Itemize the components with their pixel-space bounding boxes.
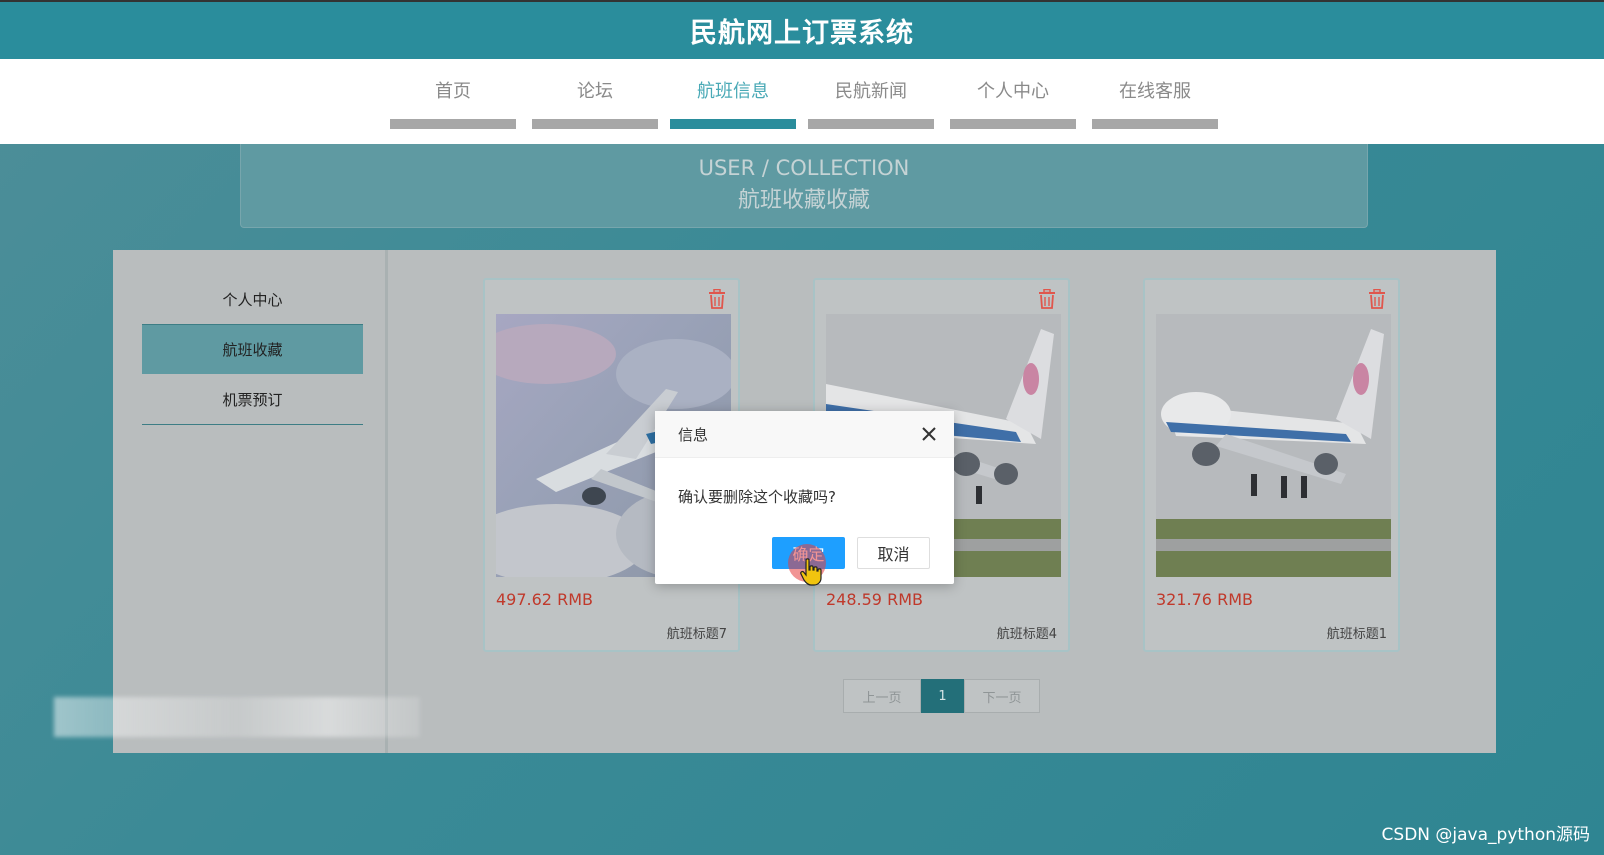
banner-cn-title: 航班收藏收藏 (737, 188, 870, 213)
flight-title: 航班标题7 (666, 627, 727, 642)
sidebar-item-user-center[interactable]: 个人中心 (142, 274, 363, 324)
flight-price: 321.76 RMB (1156, 590, 1253, 609)
sidebar-item-label: 航班收藏 (222, 341, 283, 359)
nav-underline (808, 119, 934, 129)
favorite-card[interactable]: 321.76 RMB 航班标题1 (1143, 278, 1400, 652)
sidebar: 个人中心 航班收藏 机票预订 (113, 250, 388, 753)
trash-icon[interactable] (1368, 289, 1386, 309)
prev-page-button[interactable]: 上一页 (843, 679, 921, 713)
sidebar-item-label: 机票预订 (222, 390, 283, 409)
nav-underline (950, 119, 1076, 129)
page-banner: USER / COLLECTION 航班收藏收藏 (240, 144, 1368, 228)
nav-underline (1092, 119, 1218, 129)
page-number-button[interactable]: 1 (921, 679, 964, 713)
flight-photo (1156, 314, 1391, 577)
nav-user-center-label: 个人中心 (977, 81, 1049, 102)
nav-news[interactable]: 民航新闻 (808, 81, 934, 129)
nav-flight-info[interactable]: 航班信息 (670, 81, 796, 129)
nav-underline (390, 119, 516, 129)
banner-en-title: USER / COLLECTION (698, 156, 910, 180)
flight-title: 航班标题4 (996, 627, 1057, 642)
flight-price: 497.62 RMB (496, 590, 593, 609)
dialog-message: 确认要删除这个收藏吗? (678, 488, 836, 506)
pagination: 上一页 1 下一页 (843, 679, 1040, 713)
trash-icon[interactable] (708, 289, 726, 309)
nav-underline-active (670, 119, 796, 129)
nav-online-service-label: 在线客服 (1119, 81, 1191, 102)
nav-online-service[interactable]: 在线客服 (1092, 81, 1218, 129)
sidebar-item-label: 个人中心 (222, 290, 283, 309)
nav-flight-info-label: 航班信息 (697, 81, 769, 102)
nav-home[interactable]: 首页 (390, 81, 516, 129)
nav-forum-label: 论坛 (577, 81, 613, 102)
nav-underline (532, 119, 658, 129)
sidebar-item-ticket-booking[interactable]: 机票预订 (142, 374, 363, 424)
sidebar-divider (142, 424, 363, 425)
watermark: CSDN @java_python源码 (1381, 825, 1590, 845)
main-nav: 首页 论坛 航班信息 民航新闻 个人中心 在线客服 (0, 59, 1604, 144)
cancel-button[interactable]: 取消 (857, 537, 930, 569)
blur-overlay (54, 697, 420, 737)
site-title: 民航网上订票系统 (690, 18, 914, 49)
close-icon[interactable] (920, 425, 938, 443)
hand-cursor-icon (800, 558, 822, 586)
nav-forum[interactable]: 论坛 (532, 81, 658, 129)
site-header: 民航网上订票系统 (0, 0, 1604, 59)
nav-user-center[interactable]: 个人中心 (950, 81, 1076, 129)
nav-news-label: 民航新闻 (835, 81, 907, 102)
nav-home-label: 首页 (435, 81, 471, 102)
trash-icon[interactable] (1038, 289, 1056, 309)
dialog-title: 信息 (655, 411, 954, 458)
sidebar-item-flight-favorites[interactable]: 航班收藏 (142, 324, 363, 374)
next-page-button[interactable]: 下一页 (964, 679, 1040, 713)
flight-title: 航班标题1 (1326, 627, 1387, 642)
flight-price: 248.59 RMB (826, 590, 923, 609)
